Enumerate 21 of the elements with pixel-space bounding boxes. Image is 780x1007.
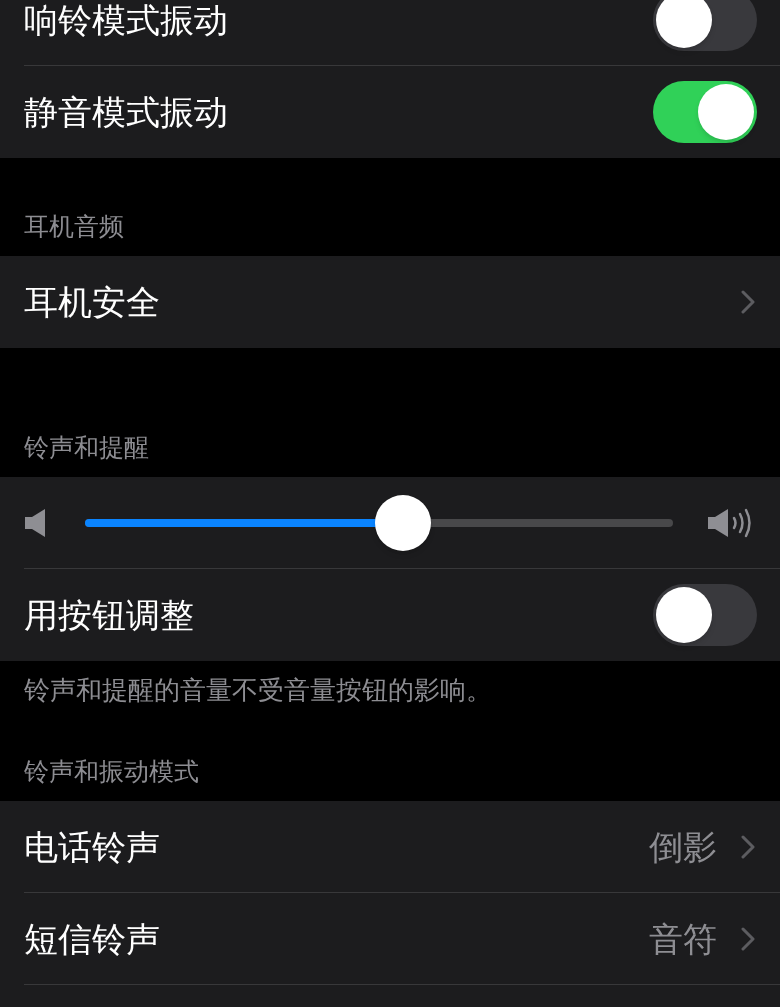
settings-row[interactable]: 短信铃声 音符 [0,893,780,985]
volume-slider[interactable] [85,494,673,551]
row-label: 用按钮调整 [24,597,195,633]
toggle-switch[interactable] [653,0,757,51]
settings-row[interactable]: 电话铃声 倒影 [0,801,780,893]
settings-row[interactable]: 耳机安全 [0,256,780,348]
row-label: 耳机安全 [24,284,161,320]
row-label: 静音模式振动 [24,94,229,130]
row-value: 倒影 [649,828,717,865]
section-header: 铃声和振动模式 [24,756,200,787]
speaker-icon [24,507,48,538]
chevron-right-icon [741,290,755,314]
row-label: 响铃模式振动 [24,2,229,38]
section-footer: 铃声和提醒的音量不受音量按钮的影响。 [24,674,780,706]
row-label: 短信铃声 [24,920,161,957]
section-header: 耳机音频 [24,211,125,242]
section-header: 铃声和提醒 [24,432,150,463]
chevron-right-icon [741,926,755,951]
row-value: 音符 [649,920,717,957]
row-label: 电话铃声 [24,828,161,865]
chevron-right-icon [741,834,755,859]
